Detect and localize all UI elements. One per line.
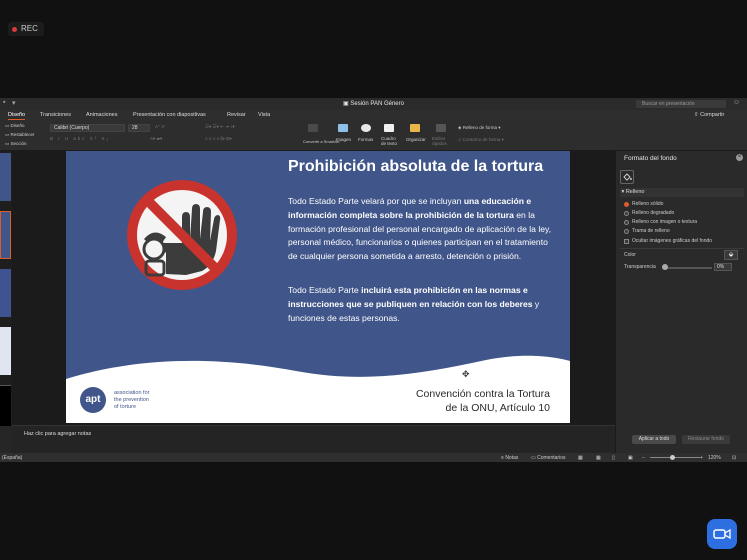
current-slide[interactable]: Prohibición absoluta de la tortura Todo … — [66, 151, 570, 423]
reset-background-button[interactable]: Restaurar fondo — [682, 435, 730, 444]
view-reading-icon[interactable]: ▯ — [612, 455, 615, 461]
notes-toggle-button[interactable]: ≡ Notas — [501, 455, 518, 461]
zoom-out-icon[interactable]: − — [642, 455, 645, 461]
tab-transiciones[interactable]: Transiciones — [40, 112, 71, 118]
view-normal-icon[interactable]: ▦ — [578, 455, 583, 461]
comments-toggle-button[interactable]: ▭ Comentarios — [531, 455, 565, 461]
align-icons[interactable]: ≡ ≡ ≡ ≡ ⫼▾ ⊟▾ — [205, 136, 232, 142]
camera-button[interactable] — [707, 519, 737, 549]
quick-styles-button[interactable]: Estilos rápidos — [432, 136, 452, 146]
option-pattern-fill[interactable]: Trama de relleno — [624, 228, 670, 234]
shapes-icon — [361, 124, 371, 132]
slide-paragraph-2[interactable]: Todo Estado Parte incluirá esta prohibic… — [288, 284, 553, 325]
color-picker-button[interactable]: ⬙ — [724, 250, 738, 260]
organization-name: association for the prevention of tortur… — [114, 390, 150, 410]
checkbox-icon — [624, 238, 629, 244]
account-icon[interactable]: ☺ — [733, 99, 740, 106]
thumbnail-1[interactable] — [0, 153, 11, 201]
view-sorter-icon[interactable]: ▦ — [596, 455, 601, 461]
divider — [620, 248, 744, 249]
thumbnail-5[interactable] — [0, 385, 11, 426]
list-icons[interactable]: ☰▾ ☰▾ ⇤ ⇥ ↕▾ — [205, 124, 235, 130]
radio-selected-icon — [624, 201, 629, 207]
share-button[interactable]: ⇧ Compartir — [694, 112, 724, 118]
tab-animaciones[interactable]: Animaciones — [86, 112, 118, 118]
stop-hand-sign-icon — [127, 180, 237, 290]
notes-pane[interactable]: Haz clic para agregar notas — [12, 425, 615, 454]
recording-indicator: REC — [8, 22, 44, 36]
thumbnail-current[interactable] — [0, 211, 11, 259]
zoom-in-icon[interactable]: + — [700, 455, 703, 461]
zoom-level[interactable]: 120% — [708, 455, 721, 461]
menu-tabs: Diseño Transiciones Animaciones Presenta… — [0, 110, 747, 120]
ribbon-toolbar: ▭ Diseño ▭ Restablecer ▭ Sección Calibri… — [0, 120, 747, 151]
arrange-icon — [410, 124, 420, 132]
fill-section-header[interactable]: ▾ Relleno — [620, 188, 744, 197]
arrange-button[interactable]: Organizar — [406, 137, 426, 142]
slide-paragraph-1[interactable]: Todo Estado Parte velará por que se incl… — [288, 195, 553, 264]
thumbnail-4[interactable] — [0, 327, 11, 375]
recording-label: REC — [21, 24, 38, 33]
image-button[interactable]: Imagen — [336, 137, 351, 142]
apply-all-button[interactable]: Aplicar a todo — [632, 435, 676, 444]
shapes-button[interactable]: Formas — [358, 137, 373, 142]
text-box-button[interactable]: Cuadro de texto — [381, 136, 401, 146]
fit-slide-icon[interactable]: ⊡ — [732, 455, 736, 461]
close-icon[interactable]: × — [736, 154, 743, 161]
transparency-value[interactable]: 0% — [714, 263, 732, 271]
fill-bucket-icon[interactable] — [620, 170, 634, 184]
language-status[interactable]: (España) — [2, 455, 22, 461]
search-input[interactable]: Buscar en presentación — [636, 100, 726, 108]
tab-revisar[interactable]: Revisar — [227, 112, 246, 118]
section-button[interactable]: ▭ Sección — [5, 141, 27, 147]
font-size-select[interactable]: 28 — [128, 124, 150, 132]
option-solid-fill[interactable]: Relleno sólido — [624, 201, 663, 207]
shape-outline-button[interactable]: ◇ Contorno de forma ▾ — [458, 137, 504, 143]
font-color-icon[interactable]: A▾ ▰▾ — [150, 136, 162, 142]
document-title: ▣ Sesión PAN Género — [343, 101, 404, 107]
format-background-panel: Formato del fondo × ▾ Relleno Relleno só… — [615, 151, 747, 454]
panel-title: Formato del fondo — [624, 155, 677, 162]
radio-icon — [624, 219, 629, 225]
transparency-slider-knob[interactable] — [662, 264, 668, 270]
option-picture-fill[interactable]: Relleno con imagen o textura — [624, 219, 697, 225]
status-bar: (España) ≡ Notas ▭ Comentarios ▦ ▦ ▯ ▣ −… — [0, 453, 747, 462]
move-cursor-icon: ✥ — [462, 369, 470, 379]
radio-icon — [624, 228, 629, 234]
thumbnail-3[interactable] — [0, 269, 11, 317]
grow-font-icon[interactable]: A⁺ A⁻ — [155, 124, 167, 130]
design-button[interactable]: ▭ Diseño — [5, 123, 25, 129]
option-gradient-fill[interactable]: Relleno degradado — [624, 210, 674, 216]
record-dot-icon — [12, 26, 17, 32]
shape-fill-button[interactable]: ◈ Relleno de forma ▾ — [458, 125, 501, 131]
text-box-icon — [384, 124, 394, 132]
radio-icon — [624, 210, 629, 216]
powerpoint-window: ▪ ▾ ▣ Sesión PAN Género Buscar en presen… — [0, 98, 747, 462]
color-label: Color — [624, 252, 636, 258]
slide-canvas[interactable]: Prohibición absoluta de la tortura Todo … — [12, 151, 615, 425]
slide-thumbnails[interactable] — [0, 151, 12, 426]
tab-presentacion[interactable]: Presentación con diapositivas — [133, 112, 206, 118]
slide-title[interactable]: Prohibición absoluta de la tortura — [288, 158, 543, 176]
notes-placeholder[interactable]: Haz clic para agregar notas — [24, 431, 91, 437]
tab-vista[interactable]: Vista — [258, 112, 270, 118]
image-icon — [338, 124, 348, 132]
tab-diseno[interactable]: Diseño — [8, 112, 26, 120]
reset-button[interactable]: ▭ Restablecer — [5, 132, 35, 138]
hide-graphics-checkbox[interactable]: Ocultar imágenes gráficas del fondo — [624, 238, 712, 244]
zoom-slider[interactable] — [650, 457, 700, 458]
apt-logo: apt — [80, 387, 106, 413]
quick-styles-icon — [436, 124, 446, 132]
view-slideshow-icon[interactable]: ▣ — [628, 455, 633, 461]
zoom-slider-knob[interactable] — [670, 455, 675, 460]
smartart-button[interactable]: Convertir a SmartArt — [303, 140, 339, 144]
smartart-icon — [308, 124, 318, 132]
text-format-icons[interactable]: B I U abc X² X₂ — [50, 136, 110, 141]
font-name-select[interactable]: Calibri (Cuerpo) — [50, 124, 125, 132]
video-camera-icon — [713, 528, 731, 540]
slide-citation[interactable]: Convención contra la Tortura de la ONU, … — [396, 387, 550, 415]
transparency-label: Transparencia — [624, 264, 656, 270]
title-bar: ▪ ▾ ▣ Sesión PAN Género Buscar en presen… — [0, 98, 747, 110]
transparency-slider[interactable] — [662, 267, 712, 269]
